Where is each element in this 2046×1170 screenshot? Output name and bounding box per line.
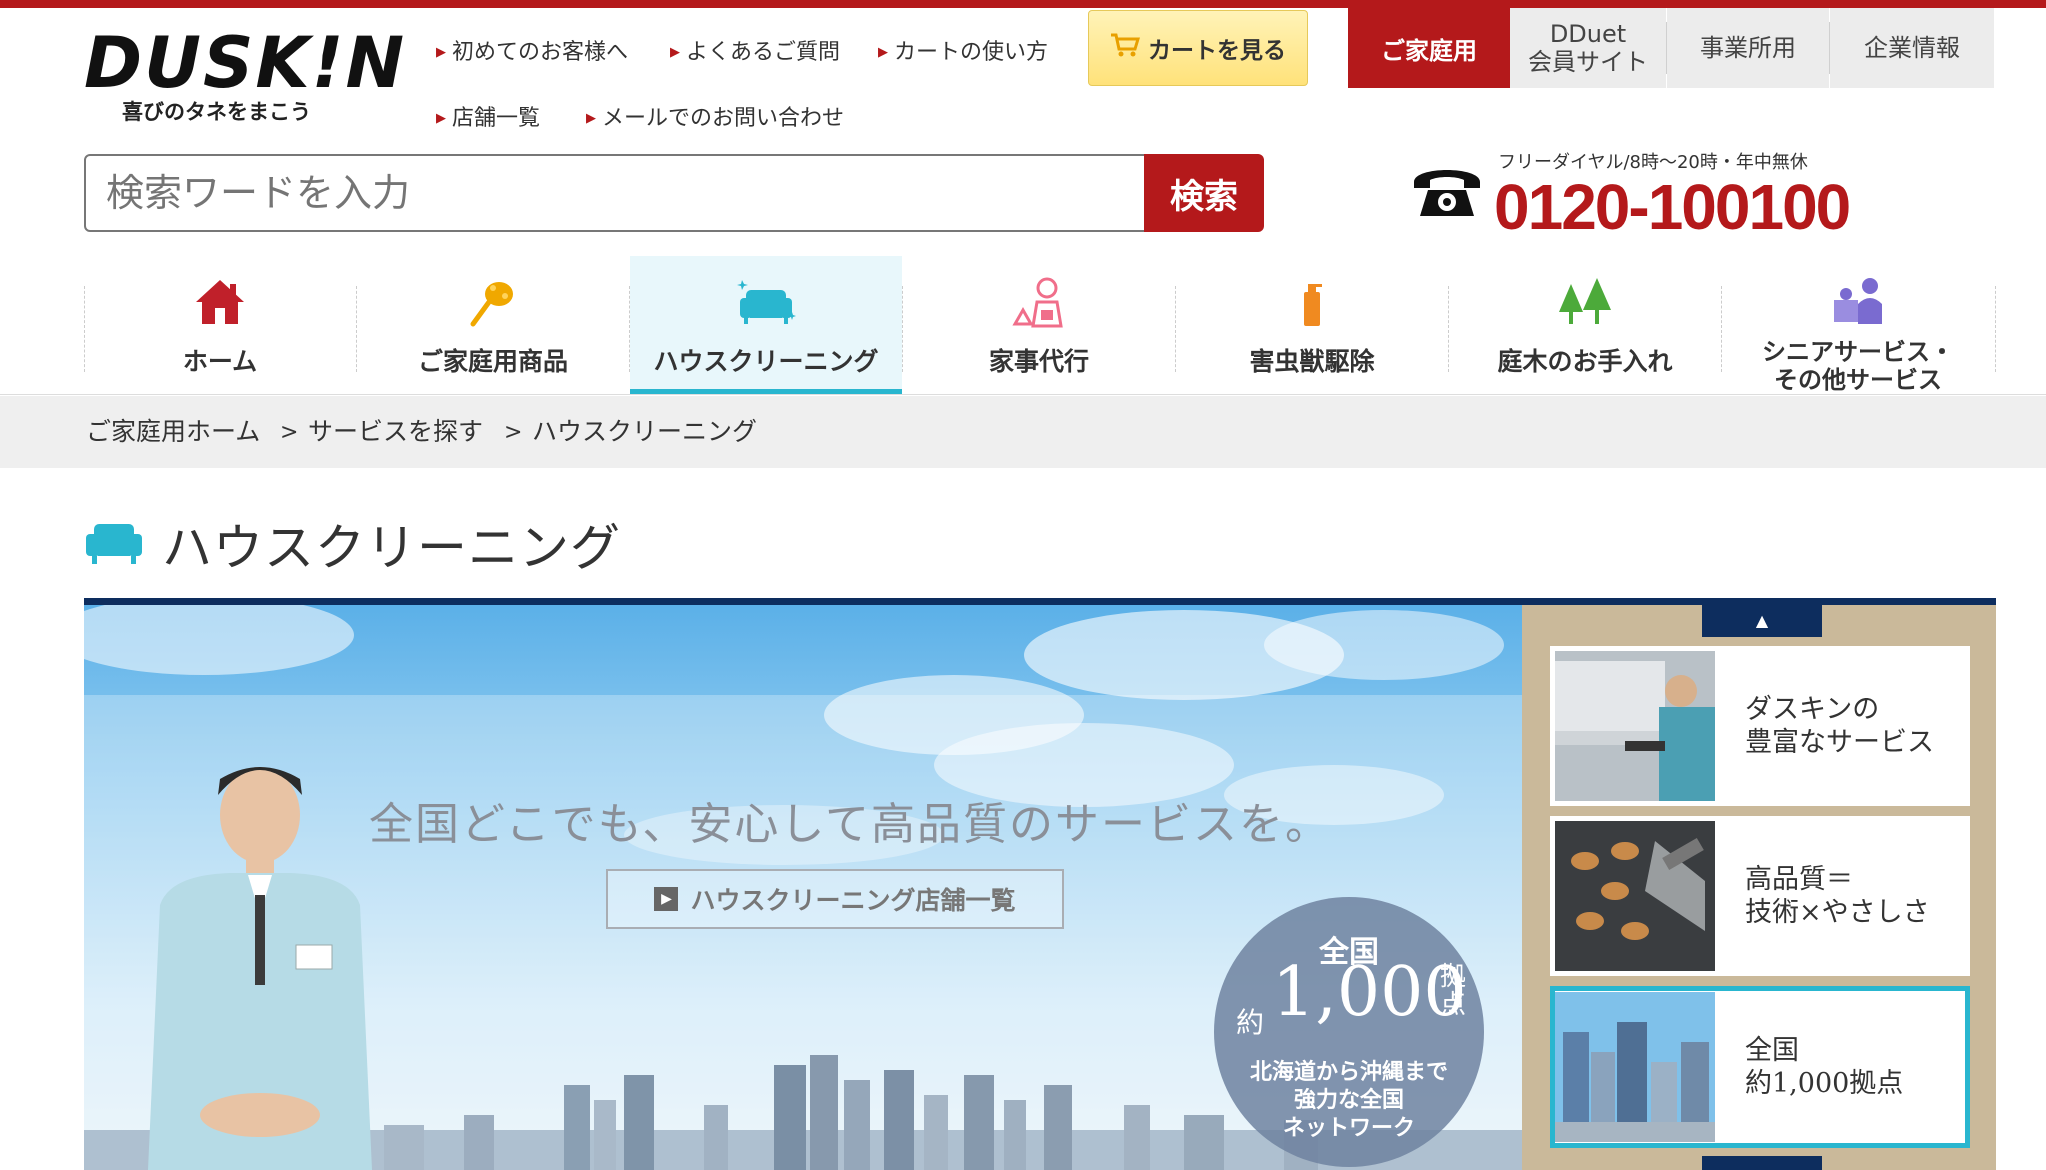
- triangle-bullet-icon: ▶: [586, 111, 596, 126]
- cart-label: カートを見る: [1148, 38, 1286, 64]
- category-label: 庭木のお手入れ: [1497, 347, 1673, 376]
- link-first-time[interactable]: ▶ 初めてのお客様へ: [436, 34, 628, 66]
- link-label: メールでのお問い合わせ: [602, 106, 845, 131]
- link-email-contact[interactable]: ▶ メールでのお問い合わせ: [586, 100, 844, 132]
- tab-home-use[interactable]: ご家庭用: [1348, 8, 1510, 88]
- category-label: シニアサービス・ その他サービス: [1762, 338, 1954, 394]
- triangle-bullet-icon: ▶: [436, 45, 446, 60]
- hero-tagline: 全国どこでも、安心して高品質のサービスを。: [369, 799, 1332, 850]
- housekeeper-icon: [1009, 274, 1069, 332]
- category-nav: ホーム ご家庭用商品 ハウスクリーニング 家事代行 害虫獣駆除 庭木のお手入れ: [84, 256, 1996, 394]
- badge-number: 1,000: [1272, 953, 1467, 1032]
- category-senior-services[interactable]: シニアサービス・ その他サービス: [1722, 256, 1994, 394]
- chevron-up-icon: ▲: [1755, 611, 1769, 630]
- breadcrumb-current: ハウスクリーニング: [532, 417, 758, 446]
- side-card-quality[interactable]: 高品質＝ 技術×やさしさ: [1550, 816, 1970, 976]
- category-label: 害虫獣駆除: [1249, 347, 1375, 376]
- category-label: ホーム: [182, 347, 258, 376]
- search-button[interactable]: 検索: [1144, 154, 1264, 232]
- nav-divider-dashed: [1995, 286, 1996, 372]
- telephone-icon: [1410, 160, 1484, 220]
- category-house-cleaning[interactable]: ハウスクリーニング: [630, 256, 902, 394]
- category-label: 家事代行: [988, 347, 1089, 376]
- category-label: ご家庭用商品: [417, 347, 568, 376]
- search-input[interactable]: [84, 154, 1146, 232]
- tab-dduet-member[interactable]: DDuet 会員サイト: [1510, 8, 1666, 88]
- coverage-badge: 全国 約 1,000 拠点 北海道から沖縄まで 強力な全国 ネットワーク: [1214, 897, 1484, 1167]
- technique-image: [1555, 821, 1715, 971]
- breadcrumb-separator: >: [280, 420, 299, 445]
- link-faq[interactable]: ▶ よくあるご質問: [670, 34, 840, 66]
- side-card-text: 高品質＝ 技術×やさしさ: [1745, 864, 1930, 928]
- link-cart-help[interactable]: ▶ カートの使い方: [878, 34, 1048, 66]
- tab-company-info[interactable]: 企業情報: [1830, 8, 1994, 88]
- breadcrumb-find-service[interactable]: サービスを探す: [308, 396, 483, 468]
- view-cart-button[interactable]: カートを見る: [1088, 10, 1308, 86]
- top-accent-bar: [0, 0, 2046, 8]
- senior-icon: [1828, 274, 1888, 332]
- category-housekeeping[interactable]: 家事代行: [903, 256, 1175, 394]
- trees-icon: [1555, 274, 1615, 332]
- side-card-network[interactable]: 全国 約1,000拠点: [1550, 986, 1970, 1148]
- hero-banner: 全国どこでも、安心して高品質のサービスを。 ▶ ハウスクリーニング店舗一覧 全国…: [84, 605, 1522, 1170]
- aircon-cleaning-image: [1555, 651, 1715, 801]
- badge-suffix: 拠点: [1440, 962, 1467, 1020]
- side-card-services[interactable]: ダスキンの 豊富なサービス: [1550, 646, 1970, 806]
- scroll-up-button[interactable]: ▲: [1702, 605, 1822, 637]
- play-icon: ▶: [654, 887, 679, 911]
- phone-number[interactable]: 0120-100100: [1494, 170, 1851, 244]
- triangle-bullet-icon: ▶: [670, 45, 680, 60]
- badge-prefix: 約: [1236, 1006, 1265, 1039]
- duskin-logo[interactable]: DUSK!N 喜びのタネをまこう: [84, 22, 407, 124]
- link-label: カートの使い方: [894, 40, 1049, 65]
- cart-icon: [1110, 32, 1141, 64]
- city-buildings-image: [1555, 992, 1715, 1142]
- logo-wordmark: DUSK!N: [84, 22, 407, 104]
- scroll-down-button[interactable]: [1702, 1156, 1822, 1170]
- side-card-text: 全国 約1,000拠点: [1745, 1035, 1904, 1099]
- link-label: 初めてのお客様へ: [452, 40, 629, 65]
- triangle-bullet-icon: ▶: [878, 45, 888, 60]
- page-title: ハウスクリーニング: [162, 519, 621, 577]
- sofa-icon: [736, 274, 796, 332]
- badge-caption: 北海道から沖縄まで 強力な全国 ネットワーク: [1249, 1060, 1448, 1141]
- breadcrumb: ご家庭用ホーム > サービスを探す > ハウスクリーニング: [0, 396, 2046, 468]
- house-icon: [190, 274, 250, 332]
- nav-bottom-border: [0, 394, 2046, 395]
- link-label: 店舗一覧: [452, 106, 541, 131]
- tab-business-use[interactable]: 事業所用: [1667, 8, 1829, 88]
- category-home[interactable]: ホーム: [84, 256, 356, 394]
- spray-icon: [1282, 274, 1342, 332]
- sofa-icon: [84, 520, 144, 566]
- category-label: ハウスクリーニング: [653, 347, 879, 376]
- link-store-list[interactable]: ▶ 店舗一覧: [436, 100, 540, 132]
- breadcrumb-home[interactable]: ご家庭用ホーム: [86, 396, 260, 468]
- store-list-link-label: ハウスクリーニング店舗一覧: [690, 886, 1016, 915]
- category-garden-care[interactable]: 庭木のお手入れ: [1449, 256, 1721, 394]
- category-pest-control[interactable]: 害虫獣駆除: [1176, 256, 1448, 394]
- store-list-link-button[interactable]: ▶ ハウスクリーニング店舗一覧: [606, 869, 1064, 929]
- hero-top-line: [84, 598, 1996, 605]
- duster-icon: [463, 274, 523, 332]
- breadcrumb-separator: >: [504, 420, 523, 445]
- link-label: よくあるご質問: [686, 40, 841, 65]
- side-card-text: ダスキンの 豊富なサービス: [1745, 694, 1934, 758]
- staff-person-image: [148, 767, 372, 1170]
- category-home-products[interactable]: ご家庭用商品: [357, 256, 629, 394]
- triangle-bullet-icon: ▶: [436, 111, 446, 126]
